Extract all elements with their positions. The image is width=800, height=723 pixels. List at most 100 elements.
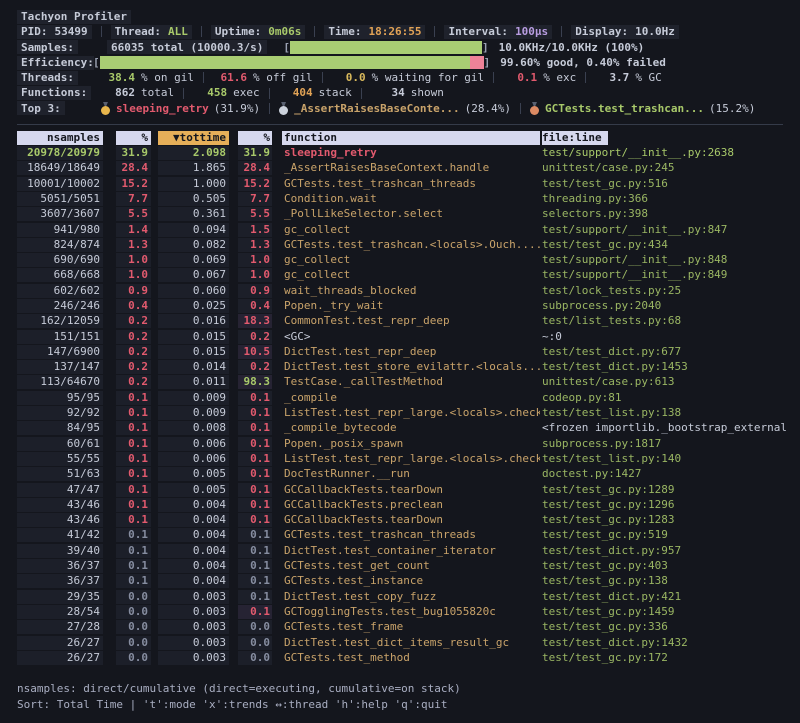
table-row[interactable]: 26/270.00.0030.0DictTest.test_dict_items… [17,635,800,650]
table-row[interactable]: 92/920.10.0090.1ListTest.test_repr_large… [17,405,800,420]
column-header-cumpct[interactable]: % [238,131,272,145]
cell-tottime: 0.015 [158,345,229,359]
table-row[interactable]: 941/9801.40.0941.5gc_collecttest/support… [17,222,800,237]
separator [493,72,494,83]
cell-nsamples: 84/95 [17,421,103,435]
column-header-fileline[interactable]: file:line [542,131,608,145]
cell-tottime: 0.014 [158,360,229,374]
cell-tottime: 0.008 [158,421,229,435]
cell-nsamples: 29/35 [17,590,103,604]
cell-cumpct: 0.1 [238,498,272,512]
cell-nsamples: 147/6900 [17,345,103,359]
cell-cumpct: 0.1 [238,437,272,451]
column-header-pct[interactable]: % [116,131,151,145]
cell-function: DocTestRunner.__run [282,467,540,481]
table-row[interactable]: 113/646700.20.01198.3TestCase._callTestM… [17,375,800,390]
table-row[interactable]: 20978/2097931.92.09831.9sleeping_retryte… [17,145,800,160]
top-function-pct: (31.9%) [214,101,260,116]
status-value-thread: ALL [168,24,188,39]
column-header-function[interactable]: function [282,131,540,145]
cell-cumpct: 0.1 [238,391,272,405]
cell-nsamples: 10001/10002 [17,177,103,191]
cell-tottime: 0.003 [158,605,229,619]
table-row[interactable]: 137/1470.20.0140.2DictTest.test_store_ev… [17,360,800,375]
cell-pct: 0.1 [116,574,151,588]
table-row[interactable]: 29/350.00.0030.1DictTest.test_copy_fuzzt… [17,589,800,604]
cell-pct: 0.1 [116,498,151,512]
table-row[interactable]: 26/270.00.0030.0GCTests.test_methodtest/… [17,650,800,665]
cell-nsamples: 20978/20979 [17,146,103,160]
cell-pct: 0.1 [116,513,151,527]
table-row[interactable]: 43/460.10.0040.1GCCallbackTests.preclean… [17,497,800,512]
cell-cumpct: 0.9 [238,284,272,298]
table-row[interactable]: 51/630.10.0050.1DocTestRunner.__rundocte… [17,467,800,482]
table-row[interactable]: 28/540.00.0030.1GCTogglingTests.test_bug… [17,604,800,619]
cell-function: DictTest.test_copy_fuzz [282,590,540,604]
cell-pct: 0.2 [116,375,151,389]
column-header-tottime[interactable]: ▼tottime [158,131,229,145]
table-row[interactable]: 60/610.10.0060.1Popen._posix_spawnsubpro… [17,436,800,451]
table-row[interactable]: 36/370.10.0040.1GCTests.test_get_countte… [17,558,800,573]
table-row[interactable]: 36/370.10.0040.1GCTests.test_instancetes… [17,574,800,589]
bronze-medal-icon [530,102,539,115]
cell-fileline: subprocess.py:2040 [542,299,788,313]
table-row[interactable]: 246/2460.40.0250.4Popen._try_waitsubproc… [17,298,800,313]
status-value-interval: 100μs [515,24,548,39]
stat-functions-total: 862total [101,85,174,100]
cell-function: GCTests.test_get_count [282,559,540,573]
separator [434,26,435,37]
table-row[interactable]: 41/420.10.0040.1GCTests.test_trashcan_th… [17,528,800,543]
table-row[interactable]: 10001/1000215.21.00015.2GCTests.test_tra… [17,176,800,191]
table-row[interactable]: 55/550.10.0060.1ListTest.test_repr_large… [17,451,800,466]
table-row[interactable]: 47/470.10.0050.1GCCallbackTests.tearDown… [17,482,800,497]
table-row[interactable]: 147/69000.20.01510.5DictTest.test_repr_d… [17,344,800,359]
table-row[interactable]: 18649/1864928.41.86528.4_AssertRaisesBas… [17,161,800,176]
table-row[interactable]: 3607/36075.50.3615.5_PollLikeSelector.se… [17,207,800,222]
column-header-nsamples[interactable]: nsamples [17,131,103,145]
cell-pct: 0.1 [116,406,151,420]
cell-tottime: 2.098 [158,146,229,160]
footer-legend: nsamples: direct/cumulative (direct=exec… [17,681,800,696]
functions-unit-shown: shown [411,85,444,100]
status-label-thread: Thread: [115,24,161,39]
functions-value-exec: 458 [193,85,227,100]
table-row[interactable]: 602/6020.90.0600.9wait_threads_blockedte… [17,283,800,298]
cell-fileline: test/test_gc.py:1289 [542,483,788,497]
cell-fileline: test/test_dict.py:421 [542,590,788,604]
table-row[interactable]: 43/460.10.0040.1GCCallbackTests.tearDown… [17,513,800,528]
cell-tottime: 0.006 [158,437,229,451]
table-row[interactable]: 84/950.10.0080.1_compile_bytecode<frozen… [17,421,800,436]
cell-nsamples: 824/874 [17,238,103,252]
cell-fileline: test/support/__init__.py:2638 [542,146,788,160]
top-function-name: sleeping_retry [116,101,209,116]
table-row[interactable]: 39/400.10.0040.1DictTest.test_container_… [17,543,800,558]
table-row[interactable]: 668/6681.00.0671.0gc_collecttest/support… [17,268,800,283]
cell-function: GCTests.test_method [282,651,540,665]
table-row[interactable]: 5051/50517.70.5057.7Condition.waitthread… [17,191,800,206]
cell-cumpct: 0.1 [238,483,272,497]
table-row[interactable]: 824/8741.30.0821.3GCTests.test_trashcan.… [17,237,800,252]
efficiency-label: Efficiency: [21,55,94,70]
cell-tottime: 0.004 [158,559,229,573]
cell-function: ListTest.test_repr_large.<locals>.check [282,406,540,420]
cell-cumpct: 18.3 [238,314,272,328]
table-row[interactable]: 27/280.00.0030.0GCTests.test_frametest/t… [17,620,800,635]
threads-label: Threads: [21,70,74,85]
cell-cumpct: 0.1 [238,452,272,466]
table-row[interactable]: 690/6901.00.0691.0gc_collecttest/support… [17,252,800,267]
cell-tottime: 0.003 [158,651,229,665]
cell-function: DictTest.test_container_iterator [282,544,540,558]
cell-cumpct: 1.0 [238,253,272,267]
table-row[interactable]: 95/950.10.0090.1_compilecodeop.py:81 [17,390,800,405]
cell-cumpct: 0.1 [238,544,272,558]
efficiency-line: Efficiency: [ ] 99.60% good, 0.40% faile… [17,55,800,70]
table-row[interactable]: 162/120590.20.01618.3CommonTest.test_rep… [17,314,800,329]
title-line: Tachyon Profiler [17,9,800,24]
cell-function: DictTest.test_dict_items_result_gc [282,636,540,650]
top3-item-rank-2: _AssertRaisesBaseConte...(28.4%) [279,101,511,116]
table-row[interactable]: 151/1510.20.0150.2<GC>~:0 [17,329,800,344]
cell-pct: 0.0 [116,651,151,665]
separator [322,72,323,83]
cell-tottime: 0.003 [158,590,229,604]
threads-unit-off-gil: % off gil [253,70,313,85]
